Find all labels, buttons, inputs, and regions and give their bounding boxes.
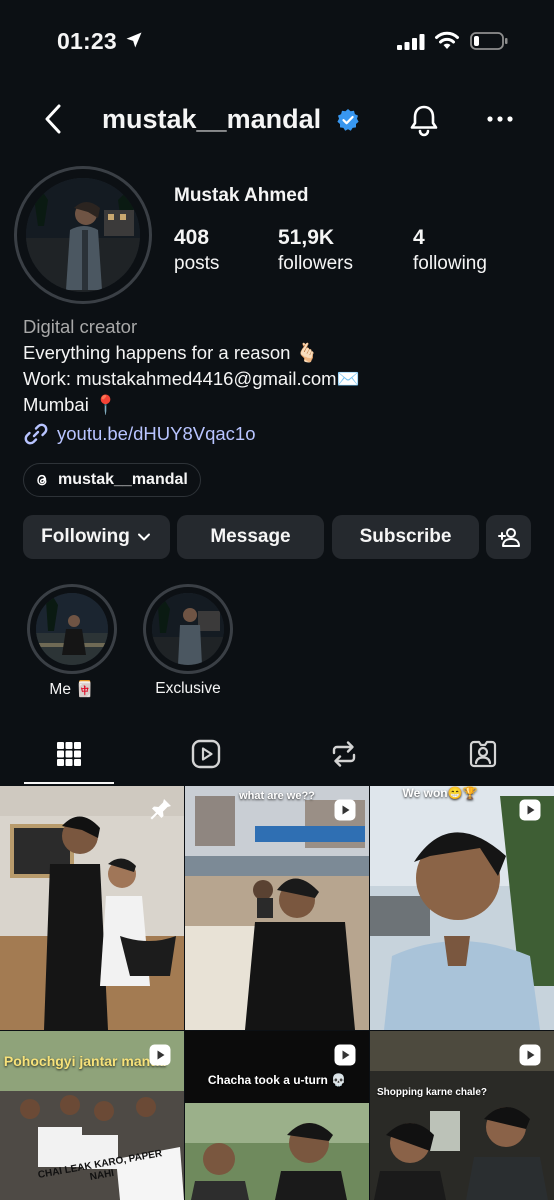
status-bar: 01:23 [0, 0, 554, 84]
post-thumbnail[interactable]: what are we?? [185, 786, 369, 1030]
avatar-photo [26, 178, 140, 292]
battery-icon [470, 32, 508, 50]
followers-label: followers [278, 253, 353, 274]
display-name: Mustak Ahmed [174, 185, 309, 206]
pin-icon [150, 799, 171, 820]
highlight-cover [36, 593, 108, 665]
post-overlay-caption: We won😁🏆 [402, 786, 478, 800]
reel-icon [519, 1044, 541, 1066]
post-image [185, 786, 369, 1030]
verified-badge-icon [337, 109, 359, 131]
status-time: 01:23 [57, 28, 117, 54]
bio-line: Mumbai 📍 [23, 394, 117, 415]
reposts-icon [332, 741, 356, 767]
followers-value: 51,9K [278, 226, 335, 249]
followers-count[interactable]: 51,9K followers [278, 226, 353, 275]
link-icon [24, 423, 48, 445]
post-image [0, 786, 184, 1030]
profile-category: Digital creator [23, 316, 138, 337]
reel-icon [519, 799, 541, 821]
threads-profile-chip[interactable]: mustak__mandal [23, 463, 201, 497]
post-thumbnail[interactable]: Shopping karne chale? [370, 1031, 554, 1200]
tab-tagged[interactable] [438, 732, 528, 784]
tab-posts-grid[interactable] [24, 732, 114, 784]
story-highlight-exclusive[interactable]: Exclusive [142, 584, 234, 698]
post-thumbnail[interactable] [0, 786, 184, 1030]
following-count[interactable]: 4 following [413, 226, 487, 275]
posts-label: posts [174, 253, 220, 274]
reel-icon [334, 1044, 356, 1066]
threads-handle: mustak__mandal [58, 471, 188, 488]
subscribe-button[interactable]: Subscribe [332, 515, 479, 559]
location-arrow-icon [126, 32, 142, 48]
profile-username-title: mustak__mandal [102, 104, 322, 134]
bio-line: Work: mustakahmed4416@gmail.com✉️ [23, 368, 360, 389]
following-button[interactable]: Following [23, 515, 170, 559]
story-highlight-me[interactable]: Me 🀄 [26, 584, 118, 699]
reel-icon [149, 1044, 171, 1066]
following-label: following [413, 253, 487, 274]
profile-link-text: youtu.be/dHUY8Vqac1o [57, 423, 256, 444]
highlight-cover-image [36, 593, 108, 665]
suggested-users-button[interactable] [486, 515, 531, 559]
post-image [370, 786, 554, 1030]
subscribe-button-label: Subscribe [359, 526, 452, 547]
following-value: 4 [413, 226, 425, 249]
add-user-icon [497, 528, 520, 547]
post-thumbnail[interactable]: Chacha took a u-turn 💀 [185, 1031, 369, 1200]
more-options-icon[interactable] [486, 108, 514, 130]
post-overlay-caption: Shopping karne chale? [376, 1087, 488, 1098]
message-button[interactable]: Message [177, 515, 324, 559]
profile-bio: Digital creator Everything happens for a… [23, 314, 543, 418]
bio-line: Everything happens for a reason 🫰🏻 [23, 342, 319, 363]
grid-icon [57, 742, 81, 766]
profile-tabs [0, 732, 554, 784]
tab-reposts[interactable] [299, 732, 389, 784]
highlight-label: Me 🀄 [49, 681, 95, 698]
reels-icon [191, 739, 221, 769]
tab-reels[interactable] [161, 732, 251, 784]
highlight-label: Exclusive [155, 680, 221, 697]
posts-grid: what are we?? We won😁🏆 Pohochgyi jantar … [0, 786, 554, 1200]
post-thumbnail[interactable]: Pohochgyi jantar mantar CHAI LEAK KARO, … [0, 1031, 184, 1200]
cellular-signal-icon [397, 34, 425, 50]
tagged-icon [469, 740, 497, 768]
post-overlay-caption: Chacha took a u-turn 💀 [207, 1073, 347, 1087]
profile-header: mustak__mandal [0, 96, 554, 142]
posts-value: 408 [174, 226, 210, 249]
notification-bell-icon[interactable] [406, 102, 442, 138]
wifi-icon [435, 31, 459, 49]
profile-avatar[interactable] [14, 166, 152, 304]
threads-icon [37, 474, 47, 486]
post-thumbnail[interactable]: We won😁🏆 [370, 786, 554, 1030]
active-tab-indicator [24, 782, 114, 784]
back-arrow-icon[interactable] [40, 102, 66, 136]
highlight-cover-image [152, 593, 224, 665]
message-button-label: Message [210, 526, 291, 547]
highlight-cover [152, 593, 224, 665]
reel-icon [334, 799, 356, 821]
posts-count[interactable]: 408 posts [174, 226, 219, 275]
chevron-down-icon [137, 533, 150, 541]
profile-link[interactable]: youtu.be/dHUY8Vqac1o [23, 420, 256, 448]
highlight-ring [143, 584, 233, 674]
highlight-ring [27, 584, 117, 674]
following-button-label: Following [41, 526, 130, 547]
avatar-illustration [26, 178, 140, 292]
